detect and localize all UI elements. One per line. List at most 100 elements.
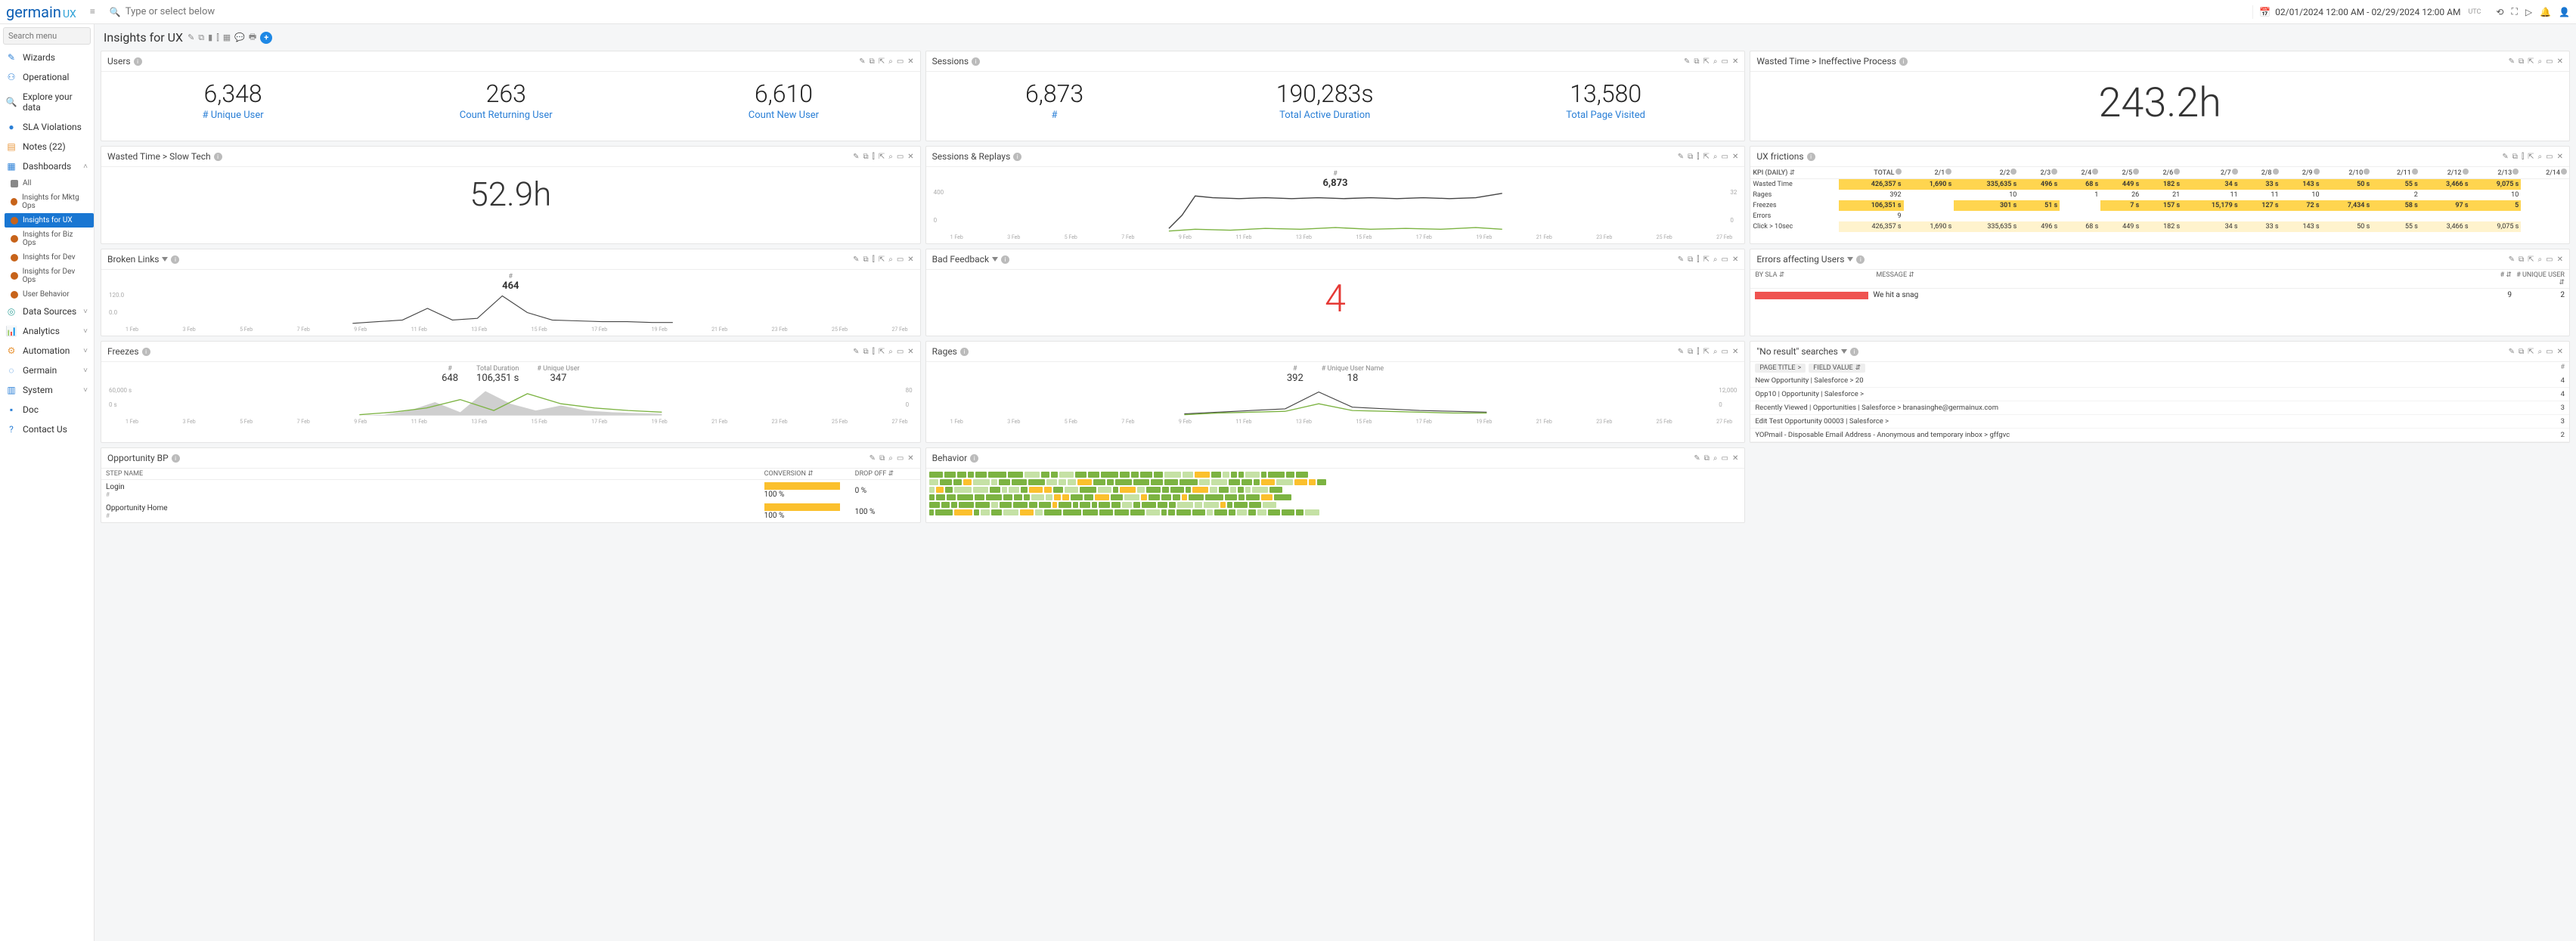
gantt-segment[interactable] [947, 494, 955, 500]
gantt-segment[interactable] [1099, 509, 1113, 515]
gantt-segment[interactable] [1133, 479, 1149, 485]
gantt-segment[interactable] [973, 487, 988, 493]
info-icon[interactable]: i [1001, 255, 1009, 264]
gantt-segment[interactable] [1084, 494, 1093, 500]
export-icon[interactable]: ⇱ [2528, 348, 2534, 356]
close-icon[interactable]: ✕ [1732, 153, 1738, 161]
edit-icon[interactable]: ✎ [2509, 57, 2515, 66]
no-result-row[interactable]: Edit Test Opportunity 00003 | Salesforce… [1750, 415, 2569, 429]
gantt-segment[interactable] [1028, 479, 1045, 485]
sidebar-item[interactable]: ⚇Operational [0, 67, 94, 87]
gantt-segment[interactable] [1009, 487, 1018, 493]
sidebar-item[interactable]: 🔍Explore your data [0, 87, 94, 117]
gantt-segment[interactable] [1024, 494, 1030, 500]
gantt-segment[interactable] [1029, 487, 1042, 493]
window-icon[interactable]: ▭ [1721, 57, 1728, 66]
calendar-small-icon[interactable]: ▦ [223, 33, 231, 42]
copy-icon[interactable]: ⧉ [2519, 57, 2524, 66]
gantt-segment[interactable] [929, 487, 935, 493]
broken-links-chart[interactable] [107, 292, 914, 325]
gantt-segment[interactable] [1261, 472, 1266, 478]
gantt-segment[interactable] [944, 472, 956, 478]
gantt-segment[interactable] [1261, 479, 1274, 485]
gantt-segment[interactable] [1021, 487, 1028, 493]
gantt-segment[interactable] [1071, 494, 1083, 500]
rages-chart[interactable] [932, 387, 1739, 417]
gantt-segment[interactable] [1268, 472, 1285, 478]
copy-icon[interactable]: ⧉ [2519, 255, 2524, 264]
gantt-segment[interactable] [1063, 509, 1081, 515]
gantt-segment[interactable] [935, 509, 953, 515]
friction-row[interactable]: Click > 10sec426,357 s1,690 s335,635 s49… [1750, 221, 2569, 232]
gantt-segment[interactable] [1046, 479, 1057, 485]
zoom-icon[interactable]: ⌕ [2538, 153, 2543, 161]
gantt-segment[interactable] [975, 494, 985, 500]
info-icon[interactable]: i [171, 255, 179, 264]
gantt-segment[interactable] [1229, 479, 1240, 485]
zoom-icon[interactable]: ⌕ [888, 454, 893, 463]
sidebar-item[interactable]: ▥System˅ [0, 380, 94, 400]
export-icon[interactable]: ⇱ [2528, 255, 2534, 264]
gantt-segment[interactable] [1065, 487, 1078, 493]
gantt-segment[interactable] [1041, 472, 1049, 478]
dashboard-item[interactable]: Insights for Mktg Ops [5, 190, 94, 213]
edit-icon[interactable]: ✎ [1694, 454, 1700, 463]
copy-icon[interactable]: ⧉ [870, 57, 875, 66]
edit-icon[interactable]: ✎ [859, 57, 865, 66]
gantt-segment[interactable] [1130, 509, 1145, 515]
gantt-segment[interactable] [1077, 479, 1091, 485]
bookmark-icon[interactable]: ▮ [208, 33, 212, 42]
close-icon[interactable]: ✕ [2557, 153, 2563, 161]
gantt-segment[interactable] [1252, 487, 1268, 493]
gantt-segment[interactable] [1113, 487, 1118, 493]
window-icon[interactable]: ▭ [2546, 57, 2553, 66]
gantt-segment[interactable] [1120, 472, 1130, 478]
edit-icon[interactable]: ✎ [2509, 255, 2515, 264]
gantt-segment[interactable] [999, 479, 1009, 485]
edit-icon[interactable]: ✎ [853, 153, 859, 161]
gantt-segment[interactable] [1219, 487, 1228, 493]
gantt-segment[interactable] [1211, 479, 1227, 485]
zoom-icon[interactable]: ⌕ [888, 57, 893, 66]
gantt-segment[interactable] [1274, 494, 1291, 500]
copy-icon[interactable]: ⧉ [1688, 348, 1693, 356]
gantt-segment[interactable] [963, 479, 972, 485]
add-button[interactable]: + [260, 32, 272, 44]
edit-icon[interactable]: ✎ [853, 348, 859, 356]
gantt-segment[interactable] [1263, 502, 1276, 508]
copy-icon[interactable]: ⧉ [863, 153, 868, 161]
dashboard-item[interactable]: User Behavior [5, 287, 94, 302]
gantt-segment[interactable] [1282, 509, 1294, 515]
edit-icon[interactable]: ✎ [1678, 348, 1684, 356]
gantt-segment[interactable] [1183, 472, 1193, 478]
gantt-segment[interactable] [1210, 487, 1217, 493]
filter-icon[interactable] [162, 257, 168, 262]
export-icon[interactable]: ⇱ [2528, 153, 2534, 161]
info-icon[interactable]: i [1013, 153, 1021, 161]
gantt-segment[interactable] [940, 479, 953, 485]
gantt-segment[interactable] [1088, 472, 1099, 478]
frictions-table[interactable]: KPI (DAILY) ⇵TOTAL2/12/22/32/42/52/62/72… [1750, 167, 2569, 232]
sidebar-item[interactable]: 📊Analytics˅ [0, 321, 94, 341]
window-icon[interactable]: ▭ [897, 255, 904, 264]
gantt-segment[interactable] [1220, 502, 1226, 508]
gantt-segment[interactable] [1173, 494, 1180, 500]
info-icon[interactable]: i [960, 348, 969, 356]
copy-icon[interactable]: ⧉ [1694, 57, 1699, 66]
info-icon[interactable]: i [172, 454, 180, 463]
gantt-segment[interactable] [1180, 479, 1197, 485]
zoom-icon[interactable]: ⌕ [1713, 255, 1718, 264]
gantt-segment[interactable] [1249, 502, 1261, 508]
chip-page-title[interactable]: PAGE TITLE > [1755, 364, 1806, 373]
window-icon[interactable]: ▭ [1721, 454, 1728, 463]
close-icon[interactable]: ✕ [2557, 57, 2563, 66]
gantt-segment[interactable] [991, 479, 997, 485]
gantt-segment[interactable] [986, 494, 1001, 500]
menu-toggle-icon[interactable]: ≡ [90, 6, 102, 18]
gantt-segment[interactable] [991, 509, 1002, 515]
gantt-segment[interactable] [1168, 509, 1176, 515]
dashboard-item[interactable]: Insights for Dev [5, 250, 94, 265]
sidebar-item[interactable]: ✎Wizards [0, 48, 94, 67]
dashboard-item[interactable]: Insights for Dev Ops [5, 265, 94, 287]
gantt-segment[interactable] [1044, 509, 1062, 515]
